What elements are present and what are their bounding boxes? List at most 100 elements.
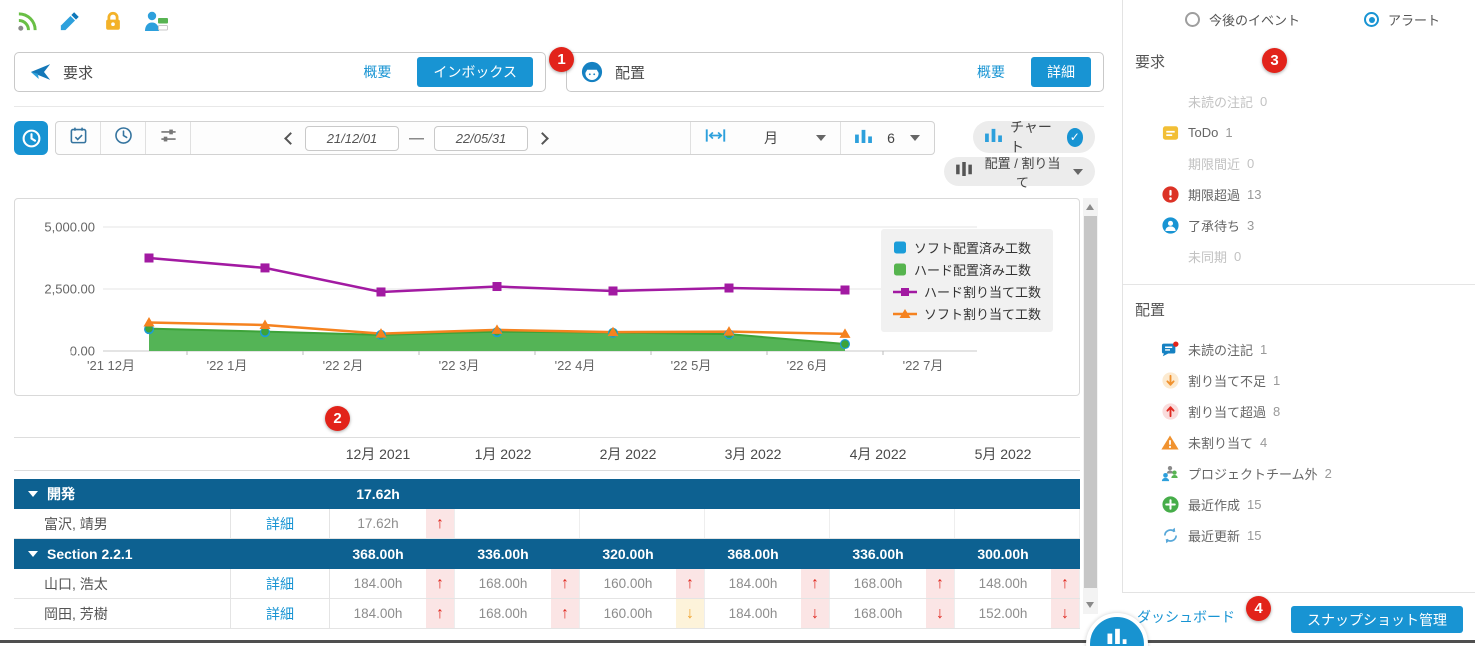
requests-overview-link[interactable]: 概要 — [363, 62, 391, 82]
alert-item[interactable]: プロジェクトチーム外2 — [1123, 458, 1475, 489]
alert-item[interactable]: ToDo1 — [1123, 117, 1475, 148]
check-icon: ✓ — [1067, 128, 1084, 147]
granularity-dropdown[interactable]: 月 — [690, 122, 840, 154]
trend-arrow-icon: ↑ — [676, 569, 705, 598]
alert-label: 最近更新 — [1188, 526, 1240, 545]
alert-item[interactable]: 最近作成15 — [1123, 489, 1475, 520]
person-name: 富沢, 靖男 — [14, 509, 230, 538]
legend-item[interactable]: ソフト配置済み工数 — [893, 238, 1041, 257]
period-count-dropdown[interactable]: 6 — [840, 122, 934, 154]
column-header[interactable]: 2月 2022 — [580, 444, 705, 464]
hours-cell: 17.62h — [330, 479, 426, 509]
detail-link[interactable]: 詳細 — [266, 514, 294, 534]
trend-empty — [1051, 509, 1080, 538]
collapse-caret-icon[interactable] — [28, 491, 38, 497]
alert-label: 割り当て超過 — [1188, 402, 1266, 421]
series-selector-dropdown[interactable]: 配置 / 割り当て — [944, 157, 1095, 186]
calendar-button[interactable] — [56, 122, 101, 154]
detail-link[interactable]: 詳細 — [266, 574, 294, 594]
people-icon[interactable] — [143, 8, 169, 34]
sidebar-sections: 要求未読の注記0ToDo1期限間近0期限超過13了承待ち3未同期0配置未読の注記… — [1123, 29, 1475, 551]
requests-panel: 要求 概要 インボックス — [14, 52, 546, 92]
rss-icon[interactable] — [14, 8, 40, 34]
app-window: 要求 概要 インボックス 1 配置 概要 詳細 — 月 6 — [0, 0, 1475, 646]
hours-cell: 336.00h — [830, 539, 926, 569]
column-header[interactable]: 5月 2022 — [955, 444, 1080, 464]
scroll-up-icon[interactable] — [1086, 204, 1094, 210]
alert-count: 2 — [1325, 466, 1332, 481]
legend-label: ソフト割り当て工数 — [924, 304, 1041, 323]
hours-cell — [705, 479, 801, 509]
scroll-down-icon[interactable] — [1086, 602, 1094, 608]
columns-icon — [956, 162, 972, 181]
clock-button[interactable] — [101, 122, 146, 154]
alert-label: 未読の注記 — [1188, 92, 1253, 111]
sliders-icon — [159, 126, 178, 150]
trend-arrow-icon: ↑ — [426, 569, 455, 598]
legend-label: ハード配置済み工数 — [914, 260, 1031, 279]
alert-item[interactable]: 割り当て不足1 — [1123, 365, 1475, 396]
divider — [1123, 284, 1475, 285]
bar-chart-icon — [1106, 625, 1128, 646]
allocation-overview-link[interactable]: 概要 — [977, 62, 1005, 82]
trend-empty — [426, 479, 455, 509]
date-to-input[interactable] — [434, 126, 528, 151]
date-from-input[interactable] — [305, 126, 399, 151]
trend-arrow-icon: ↑ — [551, 599, 580, 628]
alert-item[interactable]: 未読の注記1 — [1123, 334, 1475, 365]
pencil-icon[interactable] — [57, 8, 83, 34]
legend-swatch-icon — [893, 241, 907, 254]
divider — [14, 106, 1104, 107]
person-name: 山口, 浩太 — [14, 569, 230, 598]
trend-arrow-icon: ↑ — [801, 569, 830, 598]
callout-4: 4 — [1246, 596, 1271, 621]
outside-team-icon — [1161, 465, 1179, 483]
trend-empty — [676, 509, 705, 538]
hours-cell: 168.00h — [830, 569, 926, 598]
alert-item[interactable]: 最近更新15 — [1123, 520, 1475, 551]
alert-item[interactable]: 了承待ち3 — [1123, 210, 1475, 241]
trend-arrow-icon: ↑ — [926, 569, 955, 598]
chart-toggle[interactable]: チャート ✓ — [973, 121, 1095, 153]
legend-item[interactable]: ハード配置済み工数 — [893, 260, 1041, 279]
detail-link[interactable]: 詳細 — [266, 604, 294, 624]
filter-settings-button[interactable] — [146, 122, 191, 154]
alert-item: 期限間近0 — [1123, 148, 1475, 179]
table-header-row: 12月 20211月 20222月 20223月 20224月 20225月 2… — [14, 437, 1080, 471]
clock-icon — [114, 126, 133, 150]
hours-cell: 184.00h — [705, 599, 801, 628]
dashboard-link[interactable]: ダッシュボード — [1137, 607, 1235, 627]
radio-upcoming-events[interactable]: 今後のイベント — [1185, 10, 1300, 29]
trend-arrow-icon: ↑ — [426, 509, 455, 538]
column-header[interactable]: 4月 2022 — [830, 444, 955, 464]
column-header[interactable]: 1月 2022 — [455, 444, 580, 464]
sidebar-section: 要求未読の注記0ToDo1期限間近0期限超過13了承待ち3未同期0 — [1123, 43, 1475, 272]
legend-swatch-icon — [893, 286, 917, 298]
hours-cell: 184.00h — [330, 599, 426, 628]
previous-period-button[interactable] — [284, 132, 297, 145]
time-phase-badge[interactable] — [14, 121, 48, 155]
legend-item[interactable]: ソフト割り当て工数 — [893, 304, 1041, 323]
next-period-button[interactable] — [536, 132, 549, 145]
collapse-caret-icon[interactable] — [28, 551, 38, 557]
chevron-down-icon — [1073, 169, 1083, 175]
chevron-down-icon — [910, 135, 920, 141]
snapshot-management-button[interactable]: スナップショット管理 — [1291, 606, 1463, 633]
radio-alerts[interactable]: アラート — [1364, 10, 1440, 29]
time-range-icon — [705, 128, 726, 148]
alert-item[interactable]: 未割り当て4 — [1123, 427, 1475, 458]
blank-icon — [1161, 248, 1179, 266]
inbox-button[interactable]: インボックス — [417, 57, 533, 87]
trend-empty — [926, 479, 955, 509]
trend-empty — [551, 479, 580, 509]
alert-item[interactable]: 割り当て超過8 — [1123, 396, 1475, 427]
details-button[interactable]: 詳細 — [1031, 57, 1091, 87]
legend-item[interactable]: ハード割り当て工数 — [893, 282, 1041, 301]
column-header[interactable]: 12月 2021 — [330, 444, 455, 464]
alert-item[interactable]: 期限超過13 — [1123, 179, 1475, 210]
scrollbar-thumb[interactable] — [1084, 216, 1097, 588]
lock-icon[interactable] — [100, 8, 126, 34]
vertical-scrollbar[interactable] — [1083, 198, 1098, 614]
column-header[interactable]: 3月 2022 — [705, 444, 830, 464]
radio-label: 今後のイベント — [1209, 10, 1300, 29]
